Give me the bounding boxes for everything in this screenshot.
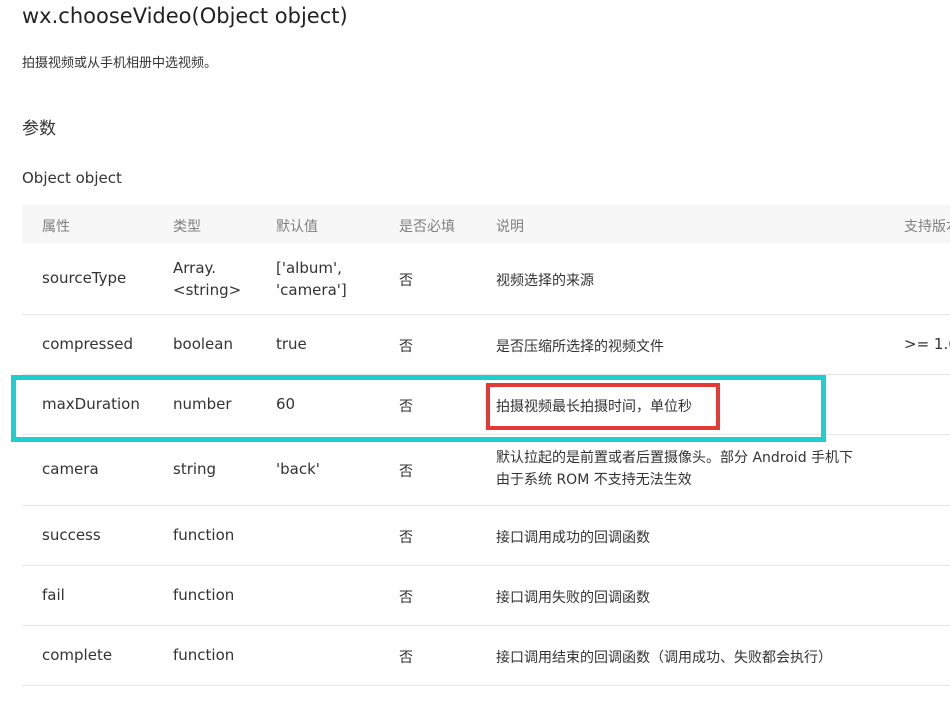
table-row-fail: fail function 否 接口调用失败的回调函数: [22, 566, 950, 626]
page-description: 拍摄视频或从手机相册中选视频。: [22, 56, 218, 71]
param-default-line: ['album',: [276, 259, 342, 277]
param-version: >= 1.6.0: [904, 335, 950, 353]
param-type: function: [173, 526, 235, 544]
cell-highlight-box: [486, 383, 720, 430]
param-note: 默认拉起的是前置或者后置摄像头。部分 Android 手机下 由于系统 ROM …: [496, 447, 853, 491]
header-default: 默认值: [276, 219, 318, 235]
param-type: string: [173, 460, 217, 478]
param-name: complete: [42, 646, 113, 664]
header-note: 说明: [496, 219, 524, 235]
param-note: 接口调用成功的回调函数: [496, 530, 650, 546]
page-title: wx.chooseVideo(Object object): [22, 4, 348, 28]
param-required: 否: [399, 464, 413, 480]
param-name: success: [42, 526, 101, 544]
param-required: 否: [399, 530, 413, 546]
param-note-line: 由于系统 ROM 不支持无法生效: [496, 472, 692, 488]
param-type-line: <string>: [173, 281, 242, 299]
param-type: function: [173, 586, 235, 604]
param-note: 是否压缩所选择的视频文件: [496, 339, 664, 355]
table-row-success: success function 否 接口调用成功的回调函数: [22, 506, 950, 566]
params-table: 属性 类型 默认值 是否必填 说明 支持版本 sourceType Array.…: [22, 205, 950, 686]
param-default-line: 'camera']: [276, 281, 347, 299]
param-note: 视频选择的来源: [496, 273, 594, 289]
param-default: true: [276, 335, 307, 353]
param-type: boolean: [173, 335, 233, 353]
header-type: 类型: [173, 219, 201, 235]
param-type: Array. <string>: [173, 257, 241, 301]
table-header: 属性 类型 默认值 是否必填 说明 支持版本: [22, 205, 950, 243]
param-type: function: [173, 646, 235, 664]
table-row-complete: complete function 否 接口调用结束的回调函数（调用成功、失败都…: [22, 626, 950, 686]
param-type-line: Array.: [173, 259, 217, 277]
param-name: fail: [42, 586, 65, 604]
param-default: ['album', 'camera']: [276, 257, 347, 301]
section-title: 参数: [22, 119, 56, 139]
param-required: 否: [399, 650, 413, 666]
param-required: 否: [399, 590, 413, 606]
param-note: 接口调用结束的回调函数（调用成功、失败都会执行）: [496, 650, 832, 666]
header-required: 是否必填: [399, 219, 455, 235]
param-name: sourceType: [42, 269, 127, 287]
param-required: 否: [399, 339, 413, 355]
header-version: 支持版本: [904, 219, 950, 235]
object-label: Object object: [22, 169, 122, 187]
param-note: 接口调用失败的回调函数: [496, 590, 650, 606]
table-row-compressed: compressed boolean true 否 是否压缩所选择的视频文件 >…: [22, 315, 950, 375]
param-name: compressed: [42, 335, 134, 353]
param-note-line: 默认拉起的是前置或者后置摄像头。部分 Android 手机下: [496, 450, 854, 466]
param-required: 否: [399, 273, 413, 289]
param-default: 'back': [276, 460, 320, 478]
table-row-sourcetype: sourceType Array. <string> ['album', 'ca…: [22, 243, 950, 315]
table-row-camera: camera string 'back' 否 默认拉起的是前置或者后置摄像头。部…: [22, 435, 950, 506]
param-name: camera: [42, 460, 99, 478]
header-name: 属性: [42, 219, 70, 235]
